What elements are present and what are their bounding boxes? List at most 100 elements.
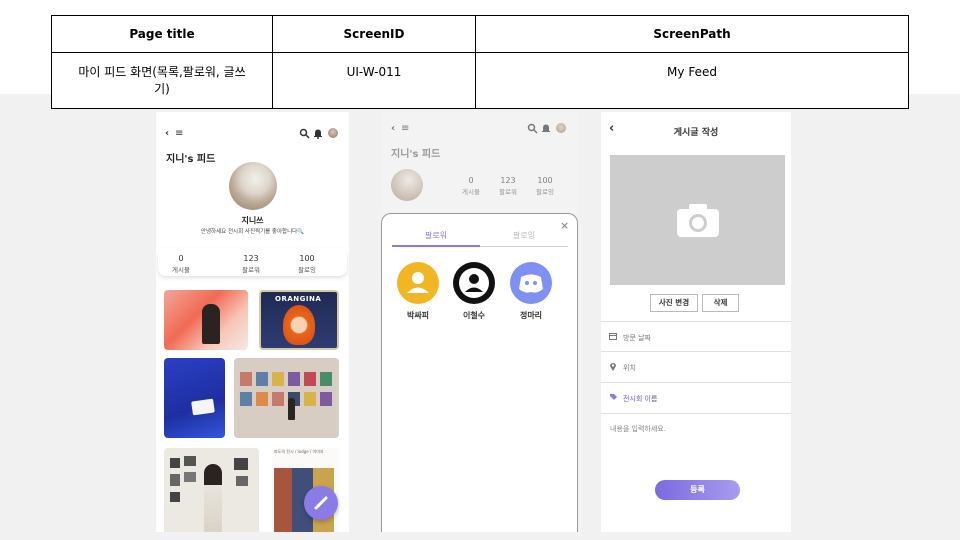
- pencil-icon: [314, 496, 328, 510]
- frame: [288, 372, 300, 386]
- person-figure: [288, 398, 295, 420]
- stat-followers[interactable]: 123 팔로워: [231, 254, 271, 274]
- frame: [256, 392, 268, 406]
- frame: [320, 392, 332, 406]
- photo-placeholder[interactable]: [610, 155, 785, 285]
- search-icon[interactable]: [527, 123, 538, 134]
- stat-following[interactable]: 100 팔로잉: [287, 254, 327, 274]
- avatar[interactable]: [328, 128, 338, 138]
- feed-photo[interactable]: [164, 358, 225, 438]
- feed-title: 지니's 피드: [391, 149, 441, 160]
- stat-label: 게시물: [172, 266, 190, 274]
- follower-name: 이철수: [462, 311, 486, 320]
- stat-following[interactable]: 100 팔로잉: [525, 176, 565, 196]
- back-icon[interactable]: ‹: [165, 129, 169, 139]
- visit-date-field[interactable]: 방문 날짜: [601, 321, 791, 352]
- header-screen-path: ScreenPath: [475, 15, 909, 53]
- user-icon: [407, 272, 429, 293]
- frame: [170, 492, 180, 502]
- follower-avatar[interactable]: [453, 262, 495, 304]
- stat-count: 100: [299, 254, 315, 263]
- delete-button[interactable]: 삭제: [702, 294, 739, 312]
- search-icon[interactable]: [299, 128, 310, 139]
- frame: [256, 372, 268, 386]
- location-icon: [610, 363, 616, 371]
- frame: [184, 472, 196, 482]
- feed-photo[interactable]: ORANGINA: [259, 290, 339, 350]
- follower-avatar[interactable]: [510, 262, 552, 304]
- exhibition-name-field[interactable]: 전시회 이름: [601, 383, 791, 414]
- stats-card: 0 게시물 123 팔로워 100 팔로잉: [158, 248, 347, 276]
- write-post-button[interactable]: [304, 486, 338, 520]
- submit-button[interactable]: 등록: [655, 480, 740, 500]
- stat-label: 팔로잉: [298, 266, 316, 274]
- tab-followers[interactable]: 팔로워: [392, 230, 480, 241]
- bio: 안녕하세요 전시회 사진찍기를 좋아합니다🔍: [200, 229, 305, 235]
- change-photo-button[interactable]: 사진 변경: [650, 294, 698, 312]
- discord-icon: [519, 274, 543, 293]
- field-label: 위치: [623, 364, 636, 372]
- ticket: [191, 398, 215, 416]
- stat-count: 0: [178, 254, 184, 263]
- stat-label: 팔로워: [242, 266, 260, 274]
- photo-text: ORANGINA: [275, 295, 322, 303]
- frame: [320, 372, 332, 386]
- frame: [236, 476, 248, 486]
- bell-icon[interactable]: [313, 128, 323, 139]
- header-page-title: Page title: [51, 15, 273, 53]
- profile-picture: [391, 169, 423, 201]
- bell-icon[interactable]: [541, 123, 551, 134]
- feed-photo[interactable]: [164, 448, 259, 532]
- frame: [304, 372, 316, 386]
- frame: [272, 372, 284, 386]
- avatar[interactable]: [556, 123, 566, 133]
- illustration-face: [283, 305, 315, 345]
- menu-icon[interactable]: ≡: [401, 124, 409, 134]
- frame: [170, 474, 180, 486]
- value-screen-id: UI-W-011: [272, 52, 476, 109]
- stat-posts[interactable]: 0 게시물: [161, 254, 201, 274]
- frame: [184, 456, 196, 466]
- header-screen-id: ScreenID: [272, 15, 476, 53]
- stat-count: 123: [243, 254, 259, 263]
- feed-photo[interactable]: [164, 290, 248, 350]
- frame: [272, 392, 284, 406]
- username: 지니쓰: [241, 216, 264, 225]
- tag-icon: [610, 394, 617, 400]
- stat-posts[interactable]: 0 게시물: [451, 176, 491, 196]
- follower-avatar[interactable]: [397, 262, 439, 304]
- frame: [304, 392, 316, 406]
- frame: [240, 392, 252, 406]
- stat-label: 팔로워: [499, 188, 517, 196]
- profile-picture: [229, 162, 277, 210]
- stat-count: 0: [468, 176, 474, 185]
- stat-label: 게시물: [462, 188, 480, 196]
- screen-followers: ‹ ≡ 지니's 피드 0 게시물 123 팔로워 100 팔로잉 × 팔로워 팔로잉…: [381, 112, 578, 532]
- frame: [170, 458, 180, 468]
- stat-followers[interactable]: 123 팔로워: [488, 176, 528, 196]
- value-page-title: 마이 피드 화면(목록,팔로워, 글쓰기): [51, 52, 273, 109]
- menu-icon[interactable]: ≡: [175, 129, 183, 139]
- stat-count: 100: [537, 176, 553, 185]
- screen-write-post: ‹ 게시글 작성 사진 변경 삭제 방문 날짜 위치 전시회 이름 내용을 입력…: [601, 112, 791, 532]
- field-label: 전시회 이름: [623, 395, 658, 403]
- back-icon[interactable]: ‹: [391, 124, 395, 134]
- stat-count: 123: [500, 176, 516, 185]
- frame: [234, 458, 248, 470]
- person-figure: [202, 304, 220, 344]
- stat-label: 팔로잉: [536, 188, 554, 196]
- page-title: 게시글 작성: [673, 128, 719, 138]
- follower-name: 박싸피: [406, 311, 430, 320]
- photo-caption: 파도의 전시 / lodge / 이미지: [274, 449, 324, 454]
- content-input[interactable]: 내용을 입력하세요.: [610, 424, 666, 434]
- user-icon: [459, 268, 489, 298]
- camera-icon: [677, 204, 719, 237]
- feed-photo[interactable]: [234, 358, 339, 438]
- tab-indicator: [392, 245, 480, 247]
- followers-modal: × 팔로워 팔로잉 박싸피 이철수 정마리: [381, 213, 578, 532]
- location-field[interactable]: 위치: [601, 352, 791, 383]
- value-screen-path: My Feed: [475, 52, 909, 109]
- tab-following[interactable]: 팔로잉: [480, 230, 568, 241]
- calendar-icon: [609, 333, 617, 340]
- tab-divider: [480, 246, 568, 247]
